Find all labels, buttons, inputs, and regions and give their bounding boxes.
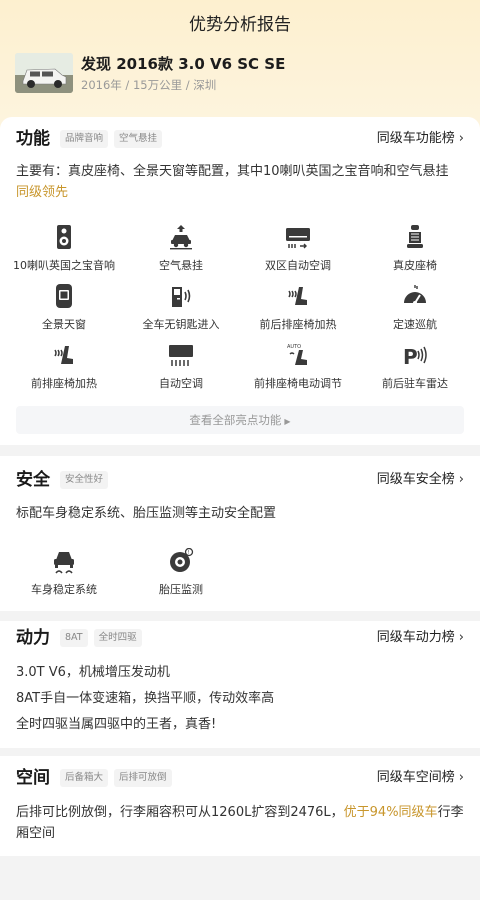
feature-speaker[interactable]: 10喇叭英国之宝音响 <box>4 224 124 273</box>
car-thumbnail <box>15 53 73 93</box>
function-description: 主要有：真皮座椅、全景天窗等配置，其中10喇叭英国之宝音响和空气悬挂 同级领先 <box>16 164 449 200</box>
space-tag-trunk: 后备箱大 <box>60 769 109 787</box>
space-title: 空间 <box>16 768 50 788</box>
space-description: 后排可比例放倒，行李厢容积可从1260L扩容到2476L，优于94%同级车行李厢… <box>16 805 464 841</box>
triangle-right-icon: ▶ <box>284 417 291 426</box>
feature-auto-ac[interactable]: 自动空调 <box>121 342 241 391</box>
function-card: 功能 品牌音响 空气悬挂 同级车功能榜 › 主要有：真皮座椅、全景天窗等配置，其中… <box>0 117 480 445</box>
air-suspension-icon <box>170 225 192 250</box>
chevron-right-icon: › <box>458 630 464 645</box>
stability-control-icon <box>54 552 74 574</box>
feature-parking-radar[interactable]: P 前后驻车雷达 <box>355 342 475 391</box>
function-tag-audio: 品牌音响 <box>60 130 109 148</box>
feature-seat-heating[interactable]: 前后排座椅加热 <box>238 283 358 332</box>
power-line-transmission: 8AT手自一体变速箱，换挡平顺，传动效率高 <box>16 691 275 706</box>
feature-stability-control[interactable]: 车身稳定系统 <box>4 548 124 597</box>
function-rank-link[interactable]: 同级车功能榜 › <box>377 127 464 151</box>
function-highlight: 同级领先 <box>16 185 69 200</box>
power-tag-transmission: 8AT <box>60 629 88 647</box>
chevron-right-icon: › <box>458 770 464 785</box>
svg-text:!: ! <box>188 550 190 556</box>
car-meta: 2016年 / 15万公里 / 深圳 <box>81 78 217 92</box>
feature-air-suspension[interactable]: 空气悬挂 <box>121 224 241 273</box>
safety-card: 安全 安全性好 同级车安全榜 › 标配车身稳定系统、胎压监测等主动安全配置 车身稳… <box>0 456 480 611</box>
feature-cruise-control[interactable]: 定速巡航 <box>355 283 475 332</box>
auto-ac-icon <box>169 345 193 366</box>
function-tag-suspension: 空气悬挂 <box>114 130 163 148</box>
page-title: 优势分析报告 <box>189 15 291 35</box>
keyless-entry-icon <box>172 287 191 307</box>
speaker-icon <box>57 225 71 249</box>
function-title: 功能 <box>16 129 50 149</box>
space-highlight: 优于94%同级车 <box>343 805 438 820</box>
panoramic-sunroof-icon <box>56 284 72 308</box>
power-seat-icon: AUTO <box>287 344 307 365</box>
feature-front-seat-heating[interactable]: 前排座椅加热 <box>4 342 124 391</box>
feature-dual-zone-ac[interactable]: 双区自动空调 <box>238 224 358 273</box>
feature-keyless-entry[interactable]: 全车无钥匙进入 <box>121 283 241 332</box>
dual-zone-ac-icon <box>286 228 310 249</box>
leather-seat-icon <box>407 225 423 248</box>
car-summary: 发现 2016款 3.0 V6 SC SE 2016年 / 15万公里 / 深圳 <box>15 53 465 95</box>
parking-radar-icon: P <box>403 345 427 368</box>
power-title: 动力 <box>16 628 50 648</box>
chevron-right-icon: › <box>458 472 464 487</box>
seat-heating-icon <box>288 287 307 305</box>
feature-tire-pressure[interactable]: ! 胎压监测 <box>121 548 241 597</box>
power-line-drivetrain: 全时四驱当属四驱中的王者，真香! <box>16 717 217 732</box>
chevron-right-icon: › <box>458 131 464 146</box>
feature-sunroof[interactable]: 全景天窗 <box>4 283 124 332</box>
view-all-features-button[interactable]: 查看全部亮点功能 ▶ <box>16 406 464 434</box>
car-name: 发现 2016款 3.0 V6 SC SE <box>81 55 286 73</box>
tire-pressure-icon: ! <box>170 548 194 572</box>
space-rank-link[interactable]: 同级车空间榜 › <box>377 766 464 790</box>
safety-description: 标配车身稳定系统、胎压监测等主动安全配置 <box>16 506 277 521</box>
power-rank-link[interactable]: 同级车动力榜 › <box>377 626 464 650</box>
power-tag-awd: 全时四驱 <box>93 629 142 647</box>
power-line-engine: 3.0T V6，机械增压发动机 <box>16 665 170 680</box>
feature-power-seat[interactable]: AUTO 前排座椅电动调节 <box>238 342 358 391</box>
svg-text:AUTO: AUTO <box>287 344 301 350</box>
safety-title: 安全 <box>16 470 50 490</box>
svg-text:P: P <box>403 345 418 368</box>
space-card: 空间 后备箱大 后排可放倒 同级车空间榜 › 后排可比例放倒，行李厢容积可从126… <box>0 756 480 856</box>
power-description: 3.0T V6，机械增压发动机 8AT手自一体变速箱，换挡平顺，传动效率高 全时… <box>16 660 464 738</box>
safety-rank-link[interactable]: 同级车安全榜 › <box>377 468 464 492</box>
power-card: 动力 8AT 全时四驱 同级车动力榜 › 3.0T V6，机械增压发动机 8AT手… <box>0 621 480 748</box>
front-seat-heating-icon <box>54 346 73 364</box>
space-tag-fold: 后排可放倒 <box>114 769 172 787</box>
feature-leather-seat[interactable]: 真皮座椅 <box>355 224 475 273</box>
safety-tag: 安全性好 <box>60 471 109 489</box>
cruise-control-icon <box>404 285 426 305</box>
